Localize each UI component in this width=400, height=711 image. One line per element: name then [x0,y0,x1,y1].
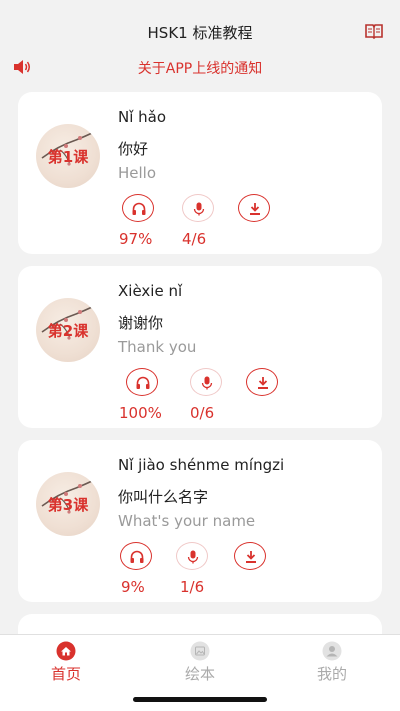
lesson-hanzi: 谢谢你 [118,314,164,332]
record-button[interactable] [190,368,222,396]
lesson-badge: 第3课 [36,472,100,536]
tab-label: 我的 [316,665,347,683]
listen-button[interactable] [120,542,152,570]
lesson-badge: 第2课 [36,298,100,362]
tab-picture-book[interactable]: 绘本 [170,639,230,689]
record-progress: 1/6 [180,578,205,596]
record-button[interactable] [182,194,214,222]
lesson-english: Thank you [118,338,197,356]
notice-bar[interactable]: 关于APP上线的通知 [0,56,400,80]
app-root: HSK1 标准教程 关于APP上线的通知 第1课 Nǐ hǎo 你好 Hello… [0,0,400,711]
download-icon [258,377,268,389]
picture-book-icon [190,641,210,661]
profile-icon [322,641,342,661]
tab-profile[interactable]: 我的 [302,639,362,689]
record-button[interactable] [176,542,208,570]
lesson-badge-label: 第1课 [47,148,89,166]
lesson-pinyin: Nǐ hǎo [118,108,167,126]
microphone-icon [193,202,205,216]
tab-label: 首页 [50,665,81,683]
headphones-icon [132,202,146,215]
listen-progress: 9% [121,578,145,596]
home-icon [56,641,76,661]
record-progress: 4/6 [182,230,207,248]
book-icon[interactable] [364,22,384,40]
lesson-card[interactable]: 第3课 Nǐ jiào shénme míngzi 你叫什么名字 What's … [18,440,382,602]
page-title: HSK1 标准教程 [147,24,253,42]
lesson-badge: 第1课 [36,124,100,188]
download-button[interactable] [234,542,266,570]
lesson-card[interactable]: 第2课 Xièxie nǐ 谢谢你 Thank you 100% 0/6 [18,266,382,428]
headphones-icon [130,550,144,563]
microphone-icon [201,376,213,390]
lesson-hanzi: 你好 [118,140,149,158]
notice-text[interactable]: 关于APP上线的通知 [0,58,400,78]
headphones-icon [136,376,150,389]
lesson-pinyin: Nǐ jiào shénme míngzi [118,456,285,474]
listen-progress: 100% [119,404,162,422]
lesson-english: What's your name [118,512,256,530]
lesson-badge-label: 第3课 [47,496,89,514]
lesson-hanzi: 你叫什么名字 [118,488,209,506]
listen-button[interactable] [122,194,154,222]
download-icon [250,203,260,215]
listen-button[interactable] [126,368,158,396]
lesson-pinyin: Xièxie nǐ [118,282,183,300]
download-icon [246,551,256,563]
download-button[interactable] [246,368,278,396]
listen-progress: 97% [119,230,153,248]
record-progress: 0/6 [190,404,215,422]
lesson-card[interactable]: 第1课 Nǐ hǎo 你好 Hello 97% 4/6 [18,92,382,254]
lesson-badge-label: 第2课 [47,322,89,340]
home-indicator [133,697,267,702]
header: HSK1 标准教程 [0,0,400,56]
microphone-icon [187,550,199,564]
download-button[interactable] [238,194,270,222]
tab-home[interactable]: 首页 [36,639,96,689]
tab-label: 绘本 [184,665,215,683]
lesson-english: Hello [118,164,157,182]
